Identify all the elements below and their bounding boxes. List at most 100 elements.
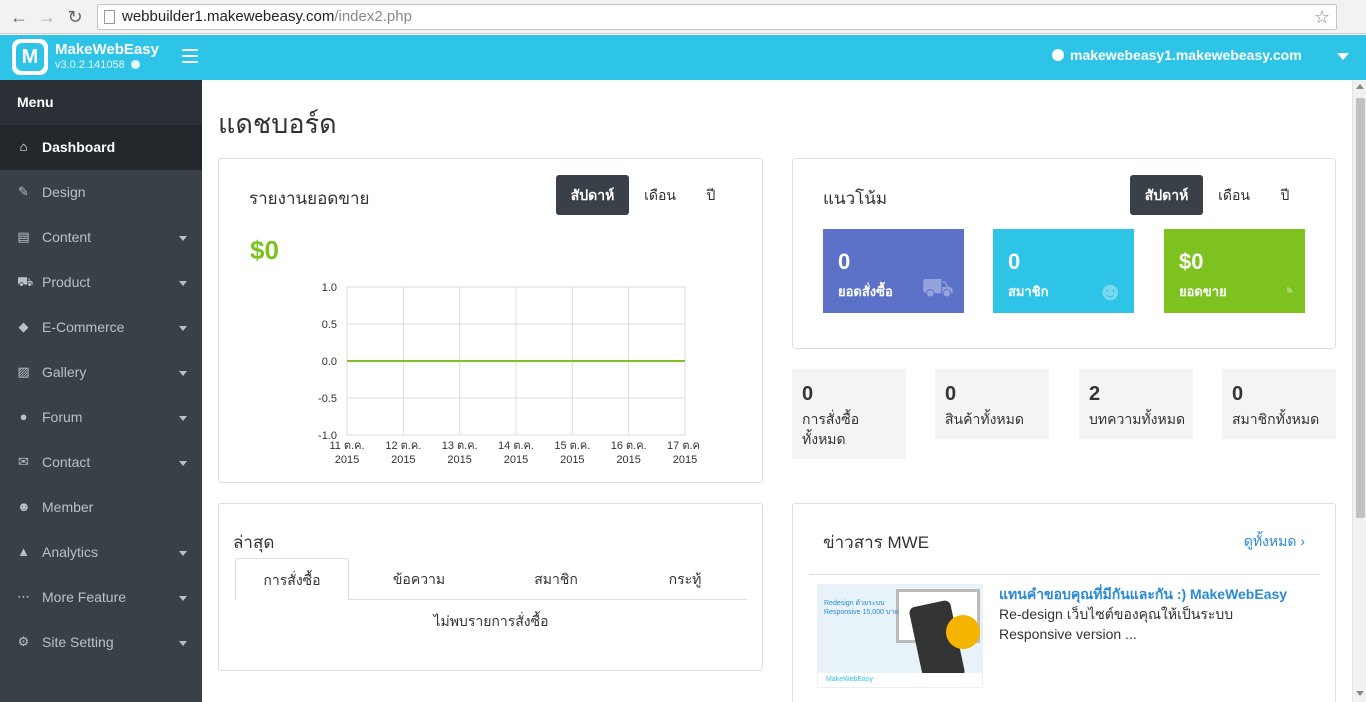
tab-members[interactable]: สมาชิก <box>489 558 623 600</box>
ellipsis-icon: ⋯ <box>17 589 30 604</box>
latest-title: ล่าสุด <box>233 533 275 552</box>
y-tick-label: 0.5 <box>322 319 337 331</box>
info-icon[interactable] <box>130 60 140 69</box>
x-tick-label: 14 ต.ค. 2015 <box>498 440 534 466</box>
trend-panel: แนวโน้ม สัปดาห์ เดือน ปี 0 ยอดสั่งซื้อ ⛟… <box>792 158 1336 349</box>
y-tick-label: 0.0 <box>322 356 337 368</box>
site-domain: makewebeasy1.makewebeasy.com <box>1070 47 1302 63</box>
chevron-down-icon <box>179 281 187 286</box>
sidebar-item-label: Dashboard <box>42 139 116 155</box>
sidebar-item-more-feature[interactable]: ⋯ More Feature <box>0 575 202 620</box>
sidebar-item-label: Analytics <box>42 544 99 560</box>
news-panel: ข่าวสาร MWE ดูทั้งหมด › Redesign ด้วยระบ… <box>792 503 1336 702</box>
divider <box>809 574 1320 575</box>
chevron-down-icon <box>179 596 187 601</box>
sales-period-week[interactable]: สัปดาห์ <box>556 175 629 215</box>
news-thumbnail[interactable]: Redesign ด้วยระบบ Responsive 15,000 บาท … <box>817 584 983 688</box>
tile-label: สมาชิก <box>1008 284 1049 299</box>
main-content: แดชบอร์ด รายงานยอดขาย สัปดาห์ เดือน ปี $… <box>202 80 1352 702</box>
site-link[interactable]: makewebeasy1.makewebeasy.com <box>1052 47 1302 63</box>
news-title: ข่าวสาร MWE <box>823 533 930 552</box>
sidebar-item-member[interactable]: ☻ Member <box>0 485 202 530</box>
app-version: v3.0.2.141058 <box>55 59 140 71</box>
page-scrollbar[interactable] <box>1352 80 1366 702</box>
picture-icon: ▨ <box>17 364 30 379</box>
envelope-icon: ✉ <box>18 454 29 469</box>
trend-title: แนวโน้ม <box>823 189 888 208</box>
url-path: /index2.php <box>334 8 412 25</box>
sidebar-item-site-setting[interactable]: ⚙ Site Setting <box>0 620 202 665</box>
sales-report-panel: รายงานยอดขาย สัปดาห์ เดือน ปี $0 1.0 0.5 0… <box>218 158 763 483</box>
sidebar-item-label: Product <box>42 274 91 290</box>
latest-tabs: การสั่งซื้อ ข้อความ สมาชิก กระทู้ <box>235 558 747 601</box>
chevron-down-icon <box>179 641 187 646</box>
tab-forum[interactable]: กระทู้ <box>623 558 747 600</box>
browser-toolbar: ← → ↻ webbuilder1.makewebeasy.com/index2… <box>0 0 1366 34</box>
latest-panel: ล่าสุด การสั่งซื้อ ข้อความ สมาชิก กระทู้… <box>218 503 763 671</box>
scroll-down-icon[interactable] <box>1356 691 1364 696</box>
sidebar: Menu ⌂ Dashboard ✎ Design ▤ Content ⛟ Product ◆ E… <box>0 80 202 702</box>
tile-value: 0 <box>1008 249 1021 274</box>
x-tick-label: 16 ต.ค. 2015 <box>611 440 647 466</box>
tile-label: ยอดสั่งซื้อ <box>838 284 893 299</box>
back-arrow-icon[interactable]: ← <box>8 6 30 28</box>
news-view-all-link[interactable]: ดูทั้งหมด › <box>1244 531 1305 553</box>
sidebar-item-design[interactable]: ✎ Design <box>0 170 202 215</box>
trend-period-month[interactable]: เดือน <box>1208 175 1260 215</box>
sidebar-item-label: More Feature <box>42 589 127 605</box>
trend-tile-sales[interactable]: $0 ยอดขาย ◔ <box>1164 229 1305 313</box>
scroll-thumb[interactable] <box>1356 98 1365 518</box>
sidebar-item-dashboard[interactable]: ⌂ Dashboard <box>0 125 202 170</box>
users-icon: ☻ <box>17 499 31 514</box>
sales-period-month[interactable]: เดือน <box>634 175 686 215</box>
chevron-down-icon <box>179 326 187 331</box>
x-tick-label: 13 ต.ค. 2015 <box>442 440 478 466</box>
sidebar-item-gallery[interactable]: ▨ Gallery <box>0 350 202 395</box>
trend-period-year[interactable]: ปี <box>1265 175 1305 215</box>
file-icon: ▤ <box>17 229 30 244</box>
tab-orders[interactable]: การสั่งซื้อ <box>235 558 349 601</box>
sidebar-item-label: E-Commerce <box>42 319 125 335</box>
news-headline[interactable]: แทนคำขอบคุณที่มีกันและกัน :) MakeWebEasy <box>999 584 1287 606</box>
sidebar-item-analytics[interactable]: ▲ Analytics <box>0 530 202 575</box>
stat-value: 0 <box>1232 383 1244 405</box>
stat-total-orders: 0 การสั่งซื้อทั้งหมด <box>792 369 906 459</box>
sidebar-item-forum[interactable]: ● Forum <box>0 395 202 440</box>
sidebar-item-label: Site Setting <box>42 634 114 650</box>
sidebar-item-contact[interactable]: ✉ Contact <box>0 440 202 485</box>
sales-chart: 1.00.50.0-0.5-1.0 11 ต.ค. 201512 ต.ค. 2015… <box>318 282 699 466</box>
trend-tile-orders[interactable]: 0 ยอดสั่งซื้อ ⛟ <box>823 229 964 313</box>
url-host: webbuilder1.makewebeasy.com <box>122 8 335 25</box>
responsive-badge-icon <box>946 615 980 649</box>
account-dropdown-icon[interactable] <box>1337 53 1349 60</box>
address-bar[interactable]: webbuilder1.makewebeasy.com/index2.php ☆ <box>97 4 1337 30</box>
reload-icon[interactable]: ↻ <box>64 6 86 28</box>
stat-value: 2 <box>1089 383 1101 405</box>
empty-orders-message: ไม่พบรายการสั่งซื้อ <box>235 600 747 656</box>
page-icon <box>104 10 115 24</box>
chevron-down-icon <box>179 461 187 466</box>
area-chart-icon: ▲ <box>17 544 30 559</box>
app-name: MakeWebEasy <box>55 41 159 58</box>
sidebar-item-product[interactable]: ⛟ Product <box>0 260 202 305</box>
scroll-up-icon[interactable] <box>1356 84 1364 89</box>
forward-arrow-icon[interactable]: → <box>36 6 58 28</box>
brush-icon: ✎ <box>18 184 29 199</box>
sales-period-year[interactable]: ปี <box>691 175 731 215</box>
sidebar-item-label: Contact <box>42 454 91 470</box>
y-tick-label: 1.0 <box>322 282 337 294</box>
trend-tile-members[interactable]: 0 สมาชิก ☻ <box>993 229 1134 313</box>
bookmark-star-icon[interactable]: ☆ <box>1314 5 1330 29</box>
sidebar-title: Menu <box>0 80 202 125</box>
sidebar-item-content[interactable]: ▤ Content <box>0 215 202 260</box>
tab-messages[interactable]: ข้อความ <box>349 558 489 600</box>
cart-icon: ⛟ <box>921 272 954 302</box>
trend-period-week[interactable]: สัปดาห์ <box>1130 175 1203 215</box>
chevron-down-icon <box>179 416 187 421</box>
chevron-down-icon <box>179 236 187 241</box>
sidebar-item-e-commerce[interactable]: ◆ E-Commerce <box>0 305 202 350</box>
app-logo[interactable]: M <box>12 39 48 75</box>
menu-toggle-icon[interactable] <box>182 49 198 63</box>
sidebar-item-label: Design <box>42 184 86 200</box>
x-tick-label: 15 ต.ค. 2015 <box>554 440 590 466</box>
